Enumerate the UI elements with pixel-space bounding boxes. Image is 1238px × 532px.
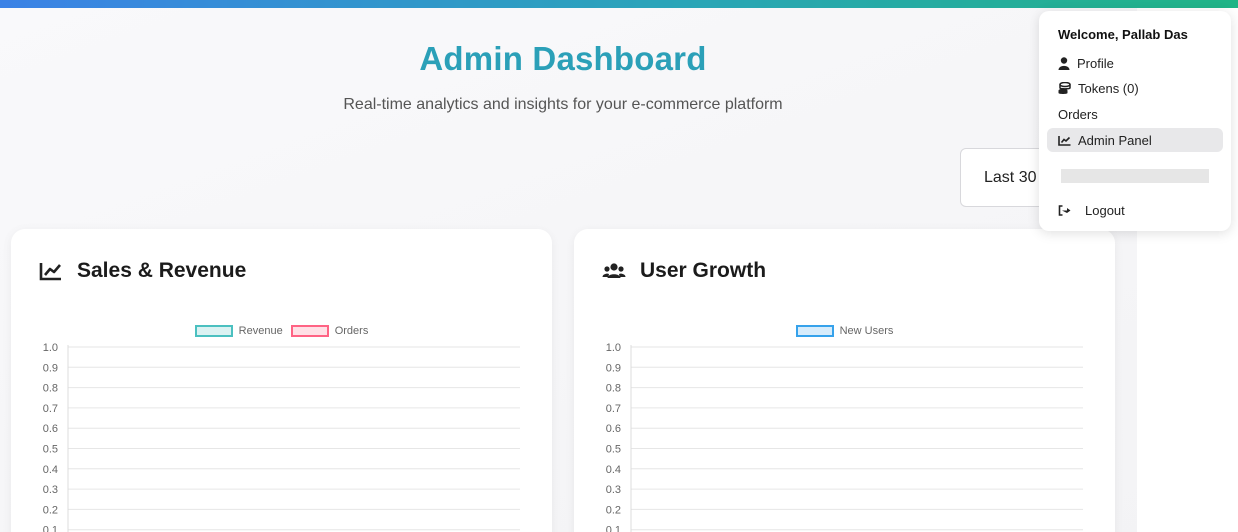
y-tick-label: 0.9	[43, 362, 58, 374]
sales-revenue-card: Sales & Revenue Revenue Orders 1.0 0.9 0.8…	[11, 229, 552, 532]
menu-item-logout[interactable]: Logout	[1047, 198, 1223, 222]
y-tick-label: 0.7	[606, 403, 621, 415]
chart-line-icon	[1058, 135, 1071, 146]
menu-item-admin-panel[interactable]: Admin Panel	[1047, 128, 1223, 152]
user-growth-card: User Growth New Users 1.0 0.9 0.8 0.7 0.6 0.5…	[574, 229, 1115, 532]
y-tick-label: 0.3	[43, 484, 58, 496]
y-tick-label: 0.5	[606, 444, 621, 456]
y-tick-label: 0.4	[606, 464, 621, 476]
user-dropdown-menu: Welcome, Pallab Das Profile Tokens (0) O…	[1039, 11, 1231, 231]
y-tick-label: 1.0	[43, 342, 58, 354]
y-tick-label: 0.2	[43, 504, 58, 516]
y-tick-label: 0.6	[606, 423, 621, 435]
page-subtitle: Real-time analytics and insights for you…	[343, 96, 783, 113]
coins-icon	[1058, 81, 1071, 94]
page-title: Admin Dashboard	[419, 40, 707, 77]
y-tick-label: 0.2	[606, 504, 621, 516]
y-tick-label: 0.8	[43, 383, 58, 395]
menu-divider	[1061, 169, 1209, 183]
user-icon	[1058, 56, 1070, 70]
y-tick-label: 1.0	[606, 342, 621, 354]
menu-item-tokens[interactable]: Tokens (0)	[1047, 76, 1223, 100]
y-tick-label: 0.1	[606, 525, 621, 532]
y-tick-label: 0.1	[43, 525, 58, 532]
menu-item-label: Orders	[1058, 106, 1098, 122]
y-tick-label: 0.5	[43, 444, 58, 456]
y-tick-label: 0.6	[43, 423, 58, 435]
menu-item-profile[interactable]: Profile	[1047, 51, 1223, 75]
sales-revenue-chart: 1.0 0.9 0.8 0.7 0.6 0.5 0.4 0.3 0.2 0.1	[43, 342, 520, 532]
y-tick-label: 0.7	[43, 403, 58, 415]
top-accent-bar	[0, 0, 1238, 8]
y-tick-label: 0.4	[43, 464, 58, 476]
sign-out-icon	[1058, 204, 1071, 216]
menu-item-label: Admin Panel	[1078, 132, 1152, 148]
menu-item-label: Profile	[1077, 55, 1114, 71]
menu-item-orders[interactable]: Orders	[1047, 102, 1223, 126]
y-tick-label: 0.3	[606, 484, 621, 496]
menu-item-label: Tokens (0)	[1078, 80, 1139, 96]
user-growth-chart: 1.0 0.9 0.8 0.7 0.6 0.5 0.4 0.3 0.2 0.1	[606, 342, 1083, 532]
menu-item-label: Logout	[1085, 202, 1125, 218]
y-tick-label: 0.8	[606, 383, 621, 395]
welcome-text: Welcome, Pallab Das	[1058, 27, 1188, 42]
y-tick-label: 0.9	[606, 362, 621, 374]
